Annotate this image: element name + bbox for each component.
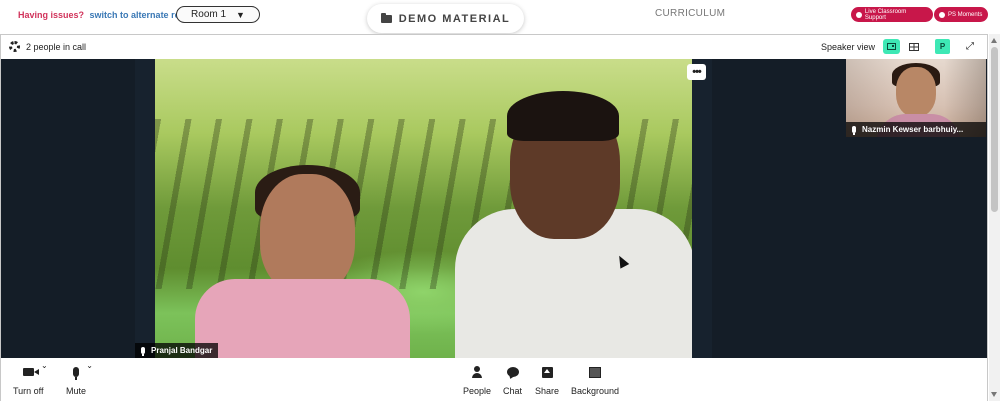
- live-classroom-support-button[interactable]: Live Classroom Support: [851, 7, 933, 22]
- ps-moments-button[interactable]: PS Moments: [934, 7, 988, 22]
- background-icon: [589, 366, 602, 378]
- issues-notice: Having issues? switch to alternate room: [18, 10, 194, 20]
- speaker-view-button[interactable]: [883, 39, 900, 54]
- chat-button[interactable]: Chat: [503, 363, 522, 396]
- support-icon: [856, 11, 862, 18]
- video-stage: ••• Pranjal Bandgar Nazmin Kewser barbhu…: [1, 59, 987, 358]
- chat-label: Chat: [503, 386, 523, 396]
- chevron-down-icon[interactable]: ⌄: [41, 361, 48, 370]
- room-select-value: Room 1: [191, 9, 227, 20]
- demo-material-button[interactable]: DEMO MATERIAL: [367, 4, 524, 33]
- share-button[interactable]: Share: [535, 363, 559, 396]
- demo-material-label: DEMO MATERIAL: [398, 12, 511, 25]
- background-label: Background: [571, 386, 620, 396]
- people-count: 2 people in call: [26, 42, 87, 52]
- caret-down-icon: ▼: [236, 9, 245, 20]
- top-bar: Having issues? switch to alternate room …: [0, 0, 1000, 34]
- chat-icon: [506, 367, 519, 377]
- camera-button[interactable]: ⌄ Turn off: [13, 361, 48, 396]
- grid-view-icon: [908, 42, 919, 51]
- chevron-down-icon[interactable]: ⌄: [86, 361, 93, 370]
- folder-icon: [380, 12, 392, 23]
- mute-label: Mute: [66, 386, 87, 396]
- scroll-down-icon[interactable]: [991, 392, 997, 397]
- mic-icon: [852, 126, 856, 135]
- share-screen-icon: [541, 366, 553, 378]
- microphone-icon: [73, 367, 79, 380]
- share-label: Share: [535, 386, 560, 396]
- room-select[interactable]: Room 1 ▼: [176, 6, 260, 23]
- gear-icon[interactable]: [9, 41, 20, 52]
- support-label: Live Classroom Support: [864, 8, 907, 21]
- thumbnail-participant-name: Nazmin Kewser barbhuiy...: [862, 125, 964, 134]
- page-scrollbar[interactable]: [989, 34, 1000, 401]
- moments-icon: [939, 11, 945, 18]
- curriculum-tab[interactable]: CURRICULUM: [655, 8, 725, 19]
- main-participant-name: Pranjal Bandgar: [151, 346, 213, 355]
- expand-icon[interactable]: ⤢: [966, 41, 974, 52]
- view-mode-label: Speaker view: [821, 42, 876, 52]
- issues-text: Having issues?: [18, 10, 85, 20]
- main-video-tile: [135, 59, 712, 358]
- moments-label: PS Moments: [948, 11, 983, 18]
- call-panel: 2 people in call Speaker view P ⤢ ••• Pr…: [0, 34, 988, 401]
- grid-view-button[interactable]: [905, 39, 922, 54]
- call-header: 2 people in call Speaker view P ⤢: [1, 35, 987, 59]
- call-toolbar: ⌄ Turn off ⌄ Mute People Chat Share Back…: [1, 358, 987, 401]
- mic-icon: [141, 347, 145, 356]
- thumbnail-participant-tag: Nazmin Kewser barbhuiy...: [846, 122, 986, 137]
- main-video-frame: [155, 59, 692, 358]
- main-participant-tag: Pranjal Bandgar: [135, 343, 219, 358]
- background-button[interactable]: Background: [571, 363, 619, 396]
- profile-button[interactable]: P: [935, 39, 950, 54]
- scroll-thumb[interactable]: [991, 47, 998, 212]
- mute-button[interactable]: ⌄ Mute: [66, 361, 93, 396]
- person-icon: [472, 366, 483, 378]
- people-button[interactable]: People: [463, 363, 491, 396]
- speaker-view-icon: [887, 43, 896, 50]
- more-options-icon[interactable]: •••: [687, 64, 706, 80]
- people-label: People: [463, 386, 492, 396]
- camera-icon: [22, 368, 34, 376]
- camera-label: Turn off: [13, 386, 44, 396]
- scroll-up-icon[interactable]: [991, 38, 997, 43]
